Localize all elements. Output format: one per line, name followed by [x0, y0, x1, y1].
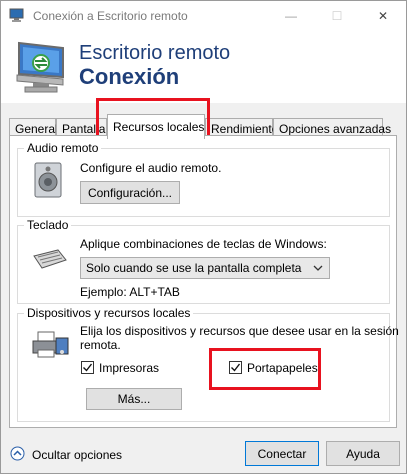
- window-title: Conexión a Escritorio remoto: [33, 9, 188, 23]
- remote-desktop-window: Conexión a Escritorio remoto — ☐ ✕ Escri…: [0, 0, 407, 474]
- header-banner: Escritorio remoto Conexión: [1, 31, 406, 103]
- keyboard-select-value: Solo cuando se use la pantalla completa: [86, 261, 302, 275]
- keyboard-combination-select[interactable]: Solo cuando se use la pantalla completa: [80, 257, 330, 279]
- group-teclado: Teclado Aplique combinaciones de teclas …: [17, 218, 390, 304]
- tab-recursos-locales[interactable]: Recursos locales: [107, 114, 205, 139]
- keyboard-example: Ejemplo: ALT+TAB: [80, 285, 180, 299]
- printers-checkbox[interactable]: [81, 361, 94, 374]
- minimize-button[interactable]: —: [268, 1, 314, 31]
- group-title-dispositivos: Dispositivos y recursos locales: [24, 306, 194, 320]
- tab-panel-recursos-locales: Audio remoto Configure el audio remoto. …: [9, 135, 399, 428]
- banner-title: Escritorio remoto: [79, 42, 231, 64]
- highlight-box-clipboard: [209, 348, 321, 390]
- close-button[interactable]: ✕: [360, 1, 406, 31]
- devices-printer-icon: [32, 331, 69, 358]
- connect-button[interactable]: Conectar: [245, 441, 319, 466]
- configure-audio-button[interactable]: Configuración...: [80, 181, 180, 204]
- devices-description-line2: remota.: [80, 338, 121, 352]
- group-audio-remoto: Audio remoto Configure el audio remoto. …: [17, 141, 390, 217]
- banner-subtitle: Conexión: [79, 64, 180, 89]
- maximize-icon: ☐: [331, 9, 343, 23]
- printers-label[interactable]: Impresoras: [99, 361, 159, 375]
- close-icon: ✕: [377, 9, 389, 23]
- chevron-down-icon: [313, 265, 323, 271]
- group-title-audio: Audio remoto: [24, 141, 102, 155]
- remote-desktop-logo-icon: [16, 41, 64, 93]
- help-button[interactable]: Ayuda: [326, 441, 400, 466]
- devices-description-line1: Elija los dispositivos y recursos que de…: [80, 324, 399, 338]
- audio-description: Configure el audio remoto.: [80, 161, 222, 175]
- keyboard-description: Aplique combinaciones de teclas de Windo…: [80, 237, 327, 251]
- checkmark-icon: [83, 363, 93, 372]
- keyboard-icon: [33, 249, 67, 269]
- speaker-icon: [34, 162, 62, 198]
- minimize-icon: —: [285, 9, 297, 23]
- more-devices-button[interactable]: Más...: [86, 388, 182, 410]
- hide-options-toggle-icon[interactable]: [10, 446, 25, 461]
- remote-desktop-icon: [9, 8, 24, 22]
- group-dispositivos: Dispositivos y recursos locales Elija lo…: [17, 306, 399, 422]
- hide-options-link[interactable]: Ocultar opciones: [32, 448, 122, 462]
- maximize-button[interactable]: ☐: [314, 1, 360, 31]
- group-title-teclado: Teclado: [24, 218, 72, 232]
- title-bar: Conexión a Escritorio remoto — ☐ ✕: [1, 1, 406, 31]
